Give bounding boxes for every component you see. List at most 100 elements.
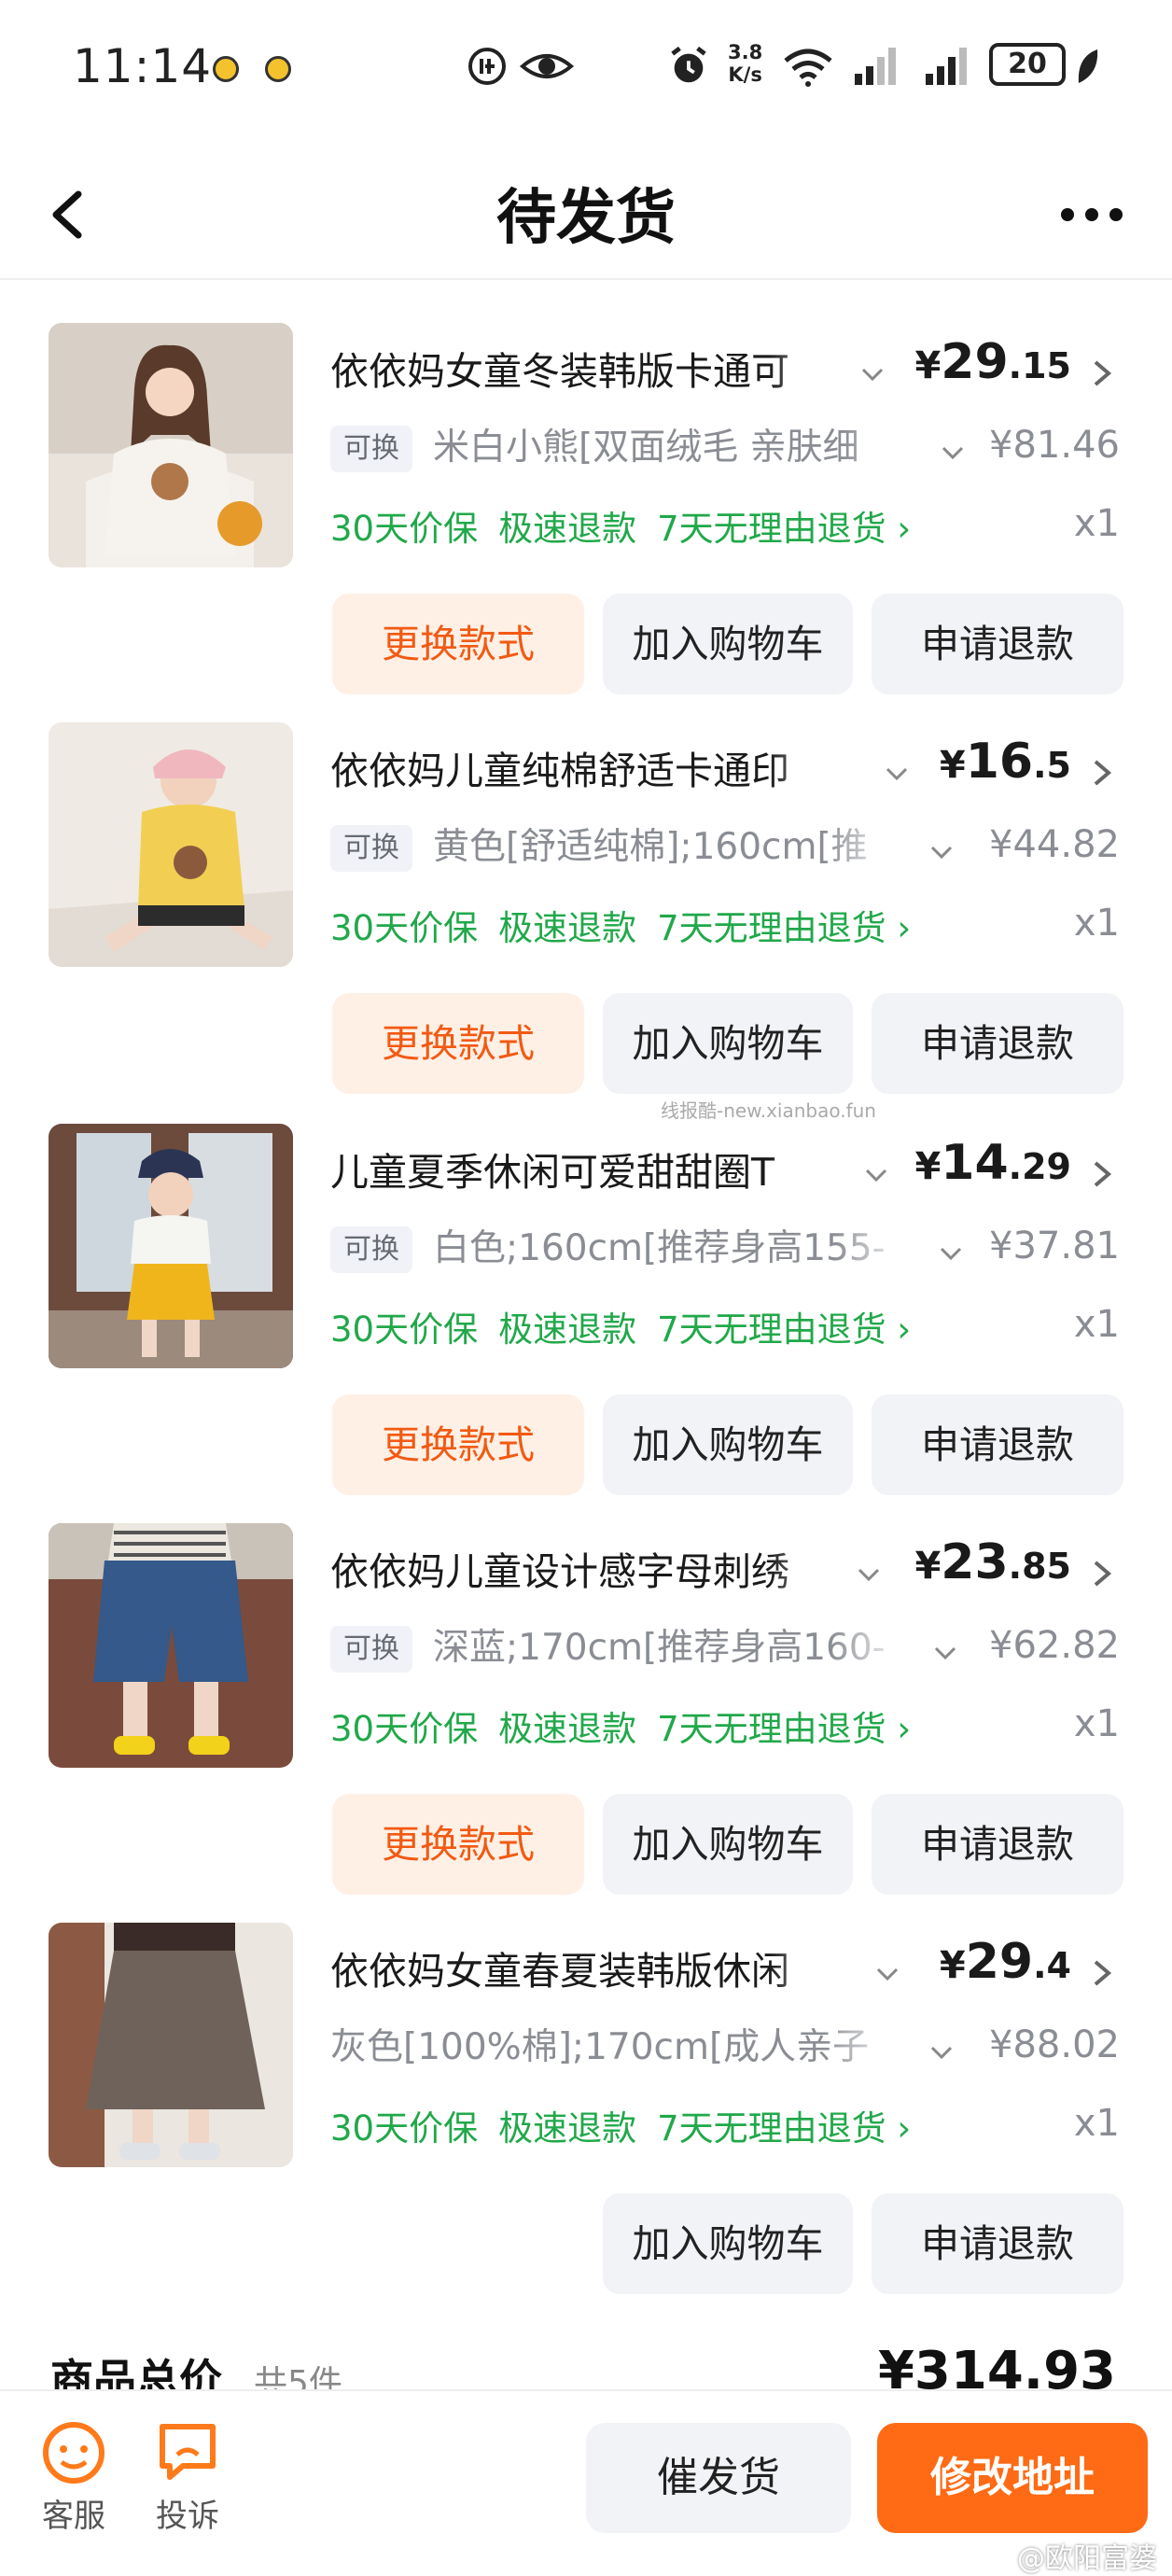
item-quantity: x1	[1073, 902, 1120, 945]
signal-icon	[855, 48, 896, 85]
notification-app-icon	[213, 56, 239, 82]
chevron-down-icon[interactable]	[862, 1161, 890, 1189]
bottom-action-bar: 客服 投诉 催发货 修改地址	[0, 2389, 1172, 2576]
add-to-cart-button[interactable]: 加入购物车	[603, 2193, 853, 2294]
item-price: ¥14.29	[914, 1135, 1071, 1191]
seven-day-return-label: 7天无理由退货 ›	[657, 908, 912, 948]
original-price: ¥81.46	[989, 424, 1120, 467]
item-title[interactable]: 依依妈女童春夏装韩版休闲	[330, 1939, 853, 1995]
customer-service-button[interactable]: 客服	[22, 2419, 125, 2536]
exchangeable-tag: 可换	[330, 825, 412, 872]
chevron-right-icon[interactable]	[1088, 1157, 1116, 1191]
price-protection-label: 30天价保	[330, 1309, 479, 1350]
item-spec[interactable]: 黄色[舒适纯棉];160cm[推	[433, 818, 900, 870]
eye-icon	[519, 54, 575, 78]
item-spec[interactable]: 灰色[100%棉];170cm[成人亲子	[330, 2018, 900, 2070]
chevron-right-icon[interactable]	[1088, 1956, 1116, 1990]
item-title[interactable]: 依依妈女童冬装韩版卡通可	[330, 340, 853, 396]
item-spec[interactable]: 白色;160cm[推荐身高155-	[433, 1219, 909, 1271]
status-time: 11:14	[73, 39, 213, 93]
add-to-cart-button[interactable]: 加入购物车	[603, 1394, 853, 1495]
change-style-button[interactable]: 更换款式	[332, 1794, 584, 1895]
order-item[interactable]: 儿童夏季休闲可爱甜甜圈T ¥14.29 可换 白色;160cm[推荐身高155-…	[0, 1124, 1172, 1523]
item-spec[interactable]: 深蓝;170cm[推荐身高160-	[433, 1618, 905, 1671]
change-style-button[interactable]: 更换款式	[332, 1394, 584, 1495]
chevron-down-icon[interactable]	[931, 1639, 959, 1667]
product-image[interactable]	[49, 1124, 293, 1368]
change-style-button[interactable]: 更换款式	[332, 594, 584, 694]
item-title[interactable]: 儿童夏季休闲可爱甜甜圈T	[330, 1141, 853, 1197]
product-image[interactable]	[49, 323, 293, 567]
service-guarantees[interactable]: 30天价保 极速退款 7天无理由退货 ›	[330, 1301, 931, 1351]
request-refund-button[interactable]: 申请退款	[872, 2193, 1123, 2294]
fast-refund-label: 极速退款	[498, 2108, 637, 2149]
request-refund-button[interactable]: 申请退款	[872, 993, 1123, 1094]
chevron-down-icon[interactable]	[855, 1561, 883, 1589]
modify-address-button[interactable]: 修改地址	[877, 2423, 1148, 2533]
chevron-down-icon[interactable]	[928, 838, 956, 866]
add-to-cart-button[interactable]: 加入购物车	[603, 594, 853, 694]
fast-refund-label: 极速退款	[498, 1709, 637, 1749]
exchangeable-tag: 可换	[330, 1226, 412, 1273]
original-price: ¥62.82	[989, 1624, 1120, 1667]
chevron-right-icon[interactable]	[1088, 756, 1116, 790]
seven-day-return-label: 7天无理由退货 ›	[657, 2108, 912, 2149]
service-guarantees[interactable]: 30天价保 极速退款 7天无理由退货 ›	[330, 2100, 931, 2150]
chevron-down-icon[interactable]	[937, 1239, 965, 1267]
leaf-icon	[1078, 49, 1098, 83]
urge-shipping-button[interactable]: 催发货	[586, 2423, 851, 2533]
network-speed: 3.8 K/s	[728, 41, 763, 86]
battery-indicator: 20	[989, 43, 1066, 86]
product-image[interactable]	[49, 722, 293, 967]
order-item[interactable]: 依依妈儿童设计感字母刺绣 ¥23.85 可换 深蓝;170cm[推荐身高160-…	[0, 1523, 1172, 1923]
item-price: ¥29.4	[939, 1934, 1071, 1990]
chevron-down-icon[interactable]	[939, 439, 967, 467]
more-options-icon[interactable]	[1054, 187, 1129, 243]
product-image[interactable]	[49, 1523, 293, 1768]
change-style-button[interactable]: 更换款式	[332, 993, 584, 1094]
service-guarantees[interactable]: 30天价保 极速退款 7天无理由退货 ›	[330, 1701, 931, 1751]
fast-refund-label: 极速退款	[498, 509, 637, 549]
price-protection-label: 30天价保	[330, 908, 479, 948]
item-spec[interactable]: 米白小熊[双面绒毛 亲肤细	[433, 418, 918, 470]
page-title: 待发货	[496, 184, 676, 253]
signal-icon	[926, 48, 967, 85]
order-item[interactable]: 依依妈女童春夏装韩版休闲 ¥29.4 灰色[100%棉];170cm[成人亲子 …	[0, 1923, 1172, 2322]
chevron-right-icon[interactable]	[1088, 1557, 1116, 1590]
order-item[interactable]: 依依妈女童冬装韩版卡通可 ¥29.15 可换 米白小熊[双面绒毛 亲肤细 ¥81…	[0, 323, 1172, 722]
chevron-down-icon[interactable]	[873, 1960, 901, 1988]
request-refund-button[interactable]: 申请退款	[872, 1394, 1123, 1495]
chevron-right-icon[interactable]	[1088, 357, 1116, 390]
order-item[interactable]: 依依妈儿童纯棉舒适卡通印 ¥16.5 可换 黄色[舒适纯棉];160cm[推 ¥…	[0, 722, 1172, 1122]
add-to-cart-button[interactable]: 加入购物车	[603, 1794, 853, 1895]
original-price: ¥44.82	[989, 823, 1120, 866]
price-protection-label: 30天价保	[330, 509, 479, 549]
status-bar: 11:14 3.8 K/s 20	[0, 0, 1172, 131]
original-price: ¥88.02	[989, 2023, 1120, 2066]
chevron-down-icon[interactable]	[883, 760, 911, 788]
item-title[interactable]: 依依妈儿童设计感字母刺绣	[330, 1540, 853, 1596]
service-guarantees[interactable]: 30天价保 极速退款 7天无理由退货 ›	[330, 500, 931, 551]
seven-day-return-label: 7天无理由退货 ›	[657, 1709, 912, 1749]
customer-service-icon	[43, 2422, 105, 2484]
item-price: ¥16.5	[939, 734, 1071, 790]
wifi-icon	[784, 49, 832, 87]
page-header: 待发货	[0, 149, 1172, 280]
weibo-watermark: @欧阳富婆	[1017, 2542, 1157, 2575]
complaint-icon	[160, 2424, 216, 2480]
chevron-down-icon[interactable]	[928, 2038, 956, 2066]
request-refund-button[interactable]: 申请退款	[872, 594, 1123, 694]
chevron-down-icon[interactable]	[858, 360, 886, 388]
exchangeable-tag: 可换	[330, 1626, 412, 1673]
exchangeable-tag: 可换	[330, 426, 412, 472]
item-quantity: x1	[1073, 2102, 1120, 2145]
request-refund-button[interactable]: 申请退款	[872, 1794, 1123, 1895]
item-title[interactable]: 依依妈儿童纯棉舒适卡通印	[330, 739, 853, 795]
complaint-button[interactable]: 投诉	[136, 2419, 239, 2536]
product-image[interactable]	[49, 1923, 293, 2167]
service-guarantees[interactable]: 30天价保 极速退款 7天无理由退货 ›	[330, 900, 931, 950]
add-to-cart-button[interactable]: 加入购物车	[603, 993, 853, 1094]
item-quantity: x1	[1073, 1702, 1120, 1745]
original-price: ¥37.81	[989, 1225, 1120, 1267]
fast-refund-label: 极速退款	[498, 1309, 637, 1350]
